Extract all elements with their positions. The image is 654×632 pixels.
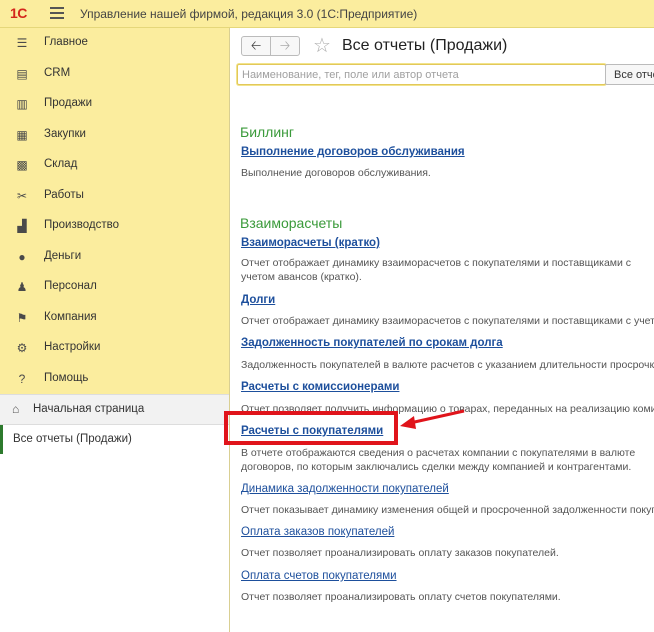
flag-icon: ⚑ xyxy=(16,310,28,325)
sidebar-item-help[interactable]: ? Помощь xyxy=(0,364,229,395)
sidebar-item-staff[interactable]: ♟ Персонал xyxy=(0,272,229,303)
question-icon: ? xyxy=(18,371,26,386)
people-icon: ♟ xyxy=(16,280,28,294)
report-link-debts[interactable]: Долги xyxy=(241,294,275,306)
group-title-billing: Биллинг xyxy=(240,124,295,140)
menu-lines-icon: ☰ xyxy=(16,36,28,50)
report-desc: Отчет позволяет проанализировать оплату … xyxy=(241,591,561,603)
report-link-invoice-payments[interactable]: Оплата счетов покупателями xyxy=(241,570,397,582)
open-window-all-reports[interactable]: Все отчеты (Продажи) xyxy=(0,425,229,454)
coin-icon: ● xyxy=(18,249,26,264)
report-desc: Задолженность покупателей в валюте расче… xyxy=(241,359,654,371)
forward-button[interactable]: 🡢 xyxy=(270,36,300,56)
cart-icon: ▦ xyxy=(16,127,28,142)
sidebar-item-main[interactable]: ☰ Главное xyxy=(0,28,229,59)
sidebar-item-settings[interactable]: ⚙ Настройки xyxy=(0,333,229,364)
report-desc: Отчет отображает динамику взаиморасчетов… xyxy=(241,315,654,327)
sidebar: ☰ Главное ▤ CRM ▥ Продажи ▦ Закупки ▩ Ск… xyxy=(0,28,230,632)
home-page-item[interactable]: ⌂ Начальная страница xyxy=(0,394,229,425)
page-title: Все отчеты (Продажи) xyxy=(342,37,508,54)
app-logo[interactable]: 1С xyxy=(10,5,27,21)
report-desc: В отчете отображаются сведения о расчета… xyxy=(241,447,636,473)
sidebar-item-crm[interactable]: ▤ CRM xyxy=(0,59,229,90)
sidebar-item-production[interactable]: ▟ Производство xyxy=(0,211,229,242)
report-link-service-contracts[interactable]: Выполнение договоров обслуживания xyxy=(241,146,465,158)
report-link-settlements-brief[interactable]: Взаиморасчеты (кратко) xyxy=(241,237,380,249)
report-link-debt-dynamics[interactable]: Динамика задолженности покупателей xyxy=(241,483,449,495)
report-desc: Отчет отображает динамику взаиморасчетов… xyxy=(241,257,632,283)
tools-icon: ✂ xyxy=(16,188,28,203)
hamburger-menu-icon[interactable] xyxy=(50,7,64,19)
report-desc: Отчет позволяет проанализировать оплату … xyxy=(241,547,559,559)
sidebar-item-works[interactable]: ✂ Работы xyxy=(0,181,229,212)
report-desc: Выполнение договоров обслуживания. xyxy=(241,167,431,179)
report-link-order-payments[interactable]: Оплата заказов покупателей xyxy=(241,526,394,538)
report-link-debt-by-terms[interactable]: Задолженность покупателей по срокам долг… xyxy=(241,337,503,349)
main-content: 🡠 🡢 ☆ Все отчеты (Продажи) Все отчеты Би… xyxy=(230,28,654,632)
open-windows-panel: ⌂ Начальная страница Все отчеты (Продажи… xyxy=(0,394,229,632)
sidebar-item-sales[interactable]: ▥ Продажи xyxy=(0,89,229,120)
home-icon: ⌂ xyxy=(12,402,20,416)
gear-icon: ⚙ xyxy=(16,341,28,355)
warehouse-icon: ▩ xyxy=(16,158,28,172)
report-link-commissioners[interactable]: Расчеты с комиссионерами xyxy=(241,381,399,393)
factory-icon: ▟ xyxy=(17,219,27,233)
sidebar-nav: ☰ Главное ▤ CRM ▥ Продажи ▦ Закупки ▩ Ск… xyxy=(0,28,229,394)
title-bar: 1С Управление нашей фирмой, редакция 3.0… xyxy=(0,0,654,28)
sidebar-item-money[interactable]: ● Деньги xyxy=(0,242,229,273)
annotation-highlight-box xyxy=(224,411,398,445)
sidebar-item-purchases[interactable]: ▦ Закупки xyxy=(0,120,229,151)
group-title-settlements: Взаиморасчеты xyxy=(240,215,343,231)
back-button[interactable]: 🡠 xyxy=(241,36,271,56)
sidebar-item-warehouse[interactable]: ▩ Склад xyxy=(0,150,229,181)
search-input[interactable] xyxy=(237,64,606,85)
favorite-star-icon[interactable]: ☆ xyxy=(313,33,331,58)
app-title: Управление нашей фирмой, редакция 3.0 (1… xyxy=(80,7,418,21)
annotation-arrow-icon xyxy=(400,409,465,429)
report-desc: Отчет показывает динамику изменения обще… xyxy=(241,504,654,516)
sidebar-item-company[interactable]: ⚑ Компания xyxy=(0,303,229,334)
all-reports-button[interactable]: Все отчеты xyxy=(605,64,654,85)
basket-icon: ▥ xyxy=(16,97,28,111)
contacts-card-icon: ▤ xyxy=(16,66,28,81)
